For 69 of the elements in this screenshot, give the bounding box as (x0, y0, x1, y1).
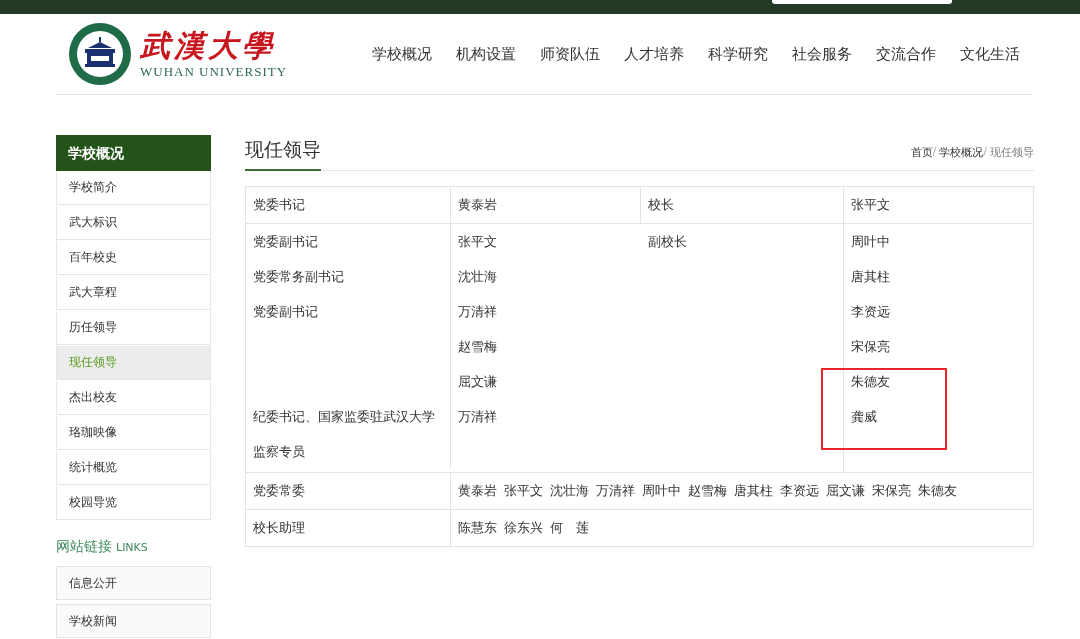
breadcrumb-link[interactable]: 首页 (910, 145, 933, 160)
nav-link[interactable]: 师资队伍 (528, 44, 612, 64)
sidebar-item[interactable]: 杰出校友 (56, 381, 211, 415)
table-cell: 党委常委 (246, 473, 451, 510)
sidebar-item[interactable]: 学校简介 (56, 171, 211, 205)
table-cell: 副校长 (648, 234, 687, 249)
table-cell-text: 赵雪梅 (688, 482, 727, 500)
table-cell-text: 周叶中 (642, 482, 681, 500)
table-cell-text: 李资远 (780, 482, 819, 500)
nav-link[interactable]: 学校概况 (360, 44, 444, 64)
sidebar-title: 学校概况 (56, 135, 211, 171)
table-cell: 朱德友 (851, 374, 890, 389)
sidebar-item[interactable]: 统计概览 (56, 451, 211, 485)
sidebar-item[interactable]: 历任领导 (56, 311, 211, 345)
table-cell: 纪委书记、国家监委驻武汉大学监察专员 (253, 409, 435, 459)
table-cell: 党委副书记 (253, 304, 318, 319)
breadcrumb-link[interactable]: 学校概况 (939, 145, 984, 160)
breadcrumb-link[interactable]: 现任领导 (990, 145, 1034, 160)
link-item[interactable]: 信息公开 (56, 566, 211, 600)
page-title: 现任领导 (245, 135, 321, 171)
sidebar-item[interactable]: 珞珈映像 (56, 416, 211, 450)
links-subheading: LINKS (116, 541, 148, 554)
search-field[interactable] (772, 0, 952, 4)
link-item[interactable]: 学校新闻 (56, 604, 211, 638)
nav-link[interactable]: 科学研究 (696, 44, 780, 64)
table-cell-text: 黄泰岩 (458, 482, 497, 500)
table-cell: 黄泰岩 (451, 187, 641, 224)
table-cell-text: 宋保亮 (872, 482, 911, 500)
nav-link[interactable]: 人才培养 (612, 44, 696, 64)
table-cell: 宋保亮 (851, 339, 890, 354)
table-cell: 校长 (641, 187, 844, 224)
table-cell-text: 万清祥 (596, 482, 635, 500)
table-cell: 张平文 (844, 187, 1033, 224)
links-heading: 网站链接 (56, 538, 112, 556)
table-cell: 张平文 (458, 234, 497, 249)
breadcrumb-separator: / (932, 145, 937, 160)
table-cell: 唐其柱 (851, 269, 890, 284)
table-cell: 龚威 (851, 409, 877, 424)
breadcrumb-separator: / (983, 145, 987, 160)
table-cell-text: 屈文谦 (826, 482, 865, 500)
sidebar-item[interactable]: 百年校史 (56, 241, 211, 275)
nav-link[interactable]: 社会服务 (780, 44, 864, 64)
table-cell: 万清祥 (458, 409, 497, 424)
logo-subtitle: WUHAN UNIVERSITY (140, 64, 288, 80)
logo-wordmark: 武漢大學 (140, 28, 277, 64)
table-cell-text: 陈慧东 (458, 519, 497, 537)
nav-link[interactable]: 机构设置 (444, 44, 528, 64)
table-cell-text: 徐东兴 (504, 519, 543, 537)
sidebar-item[interactable]: 武大章程 (56, 276, 211, 310)
sidebar-item[interactable]: 校园导览 (56, 486, 211, 520)
table-cell: 党委书记 (246, 187, 451, 224)
table-cell: 万清祥 (458, 304, 497, 319)
table-cell-text: 何 莲 (550, 519, 589, 537)
table-cell: 沈壮海 (458, 269, 497, 284)
nav-link[interactable]: 文化生活 (948, 44, 1032, 64)
table-cell-text: 朱德友 (918, 482, 957, 500)
table-cell: 党委常务副书记 (253, 269, 344, 284)
table-cell: 周叶中 (851, 234, 890, 249)
table-cell-text: 张平文 (504, 482, 543, 500)
sidebar-item[interactable]: 武大标识 (56, 206, 211, 240)
table-cell-text: 沈壮海 (550, 482, 589, 500)
table-cell: 党委副书记 (253, 234, 318, 249)
table-cell: 校长助理 (246, 510, 451, 546)
nav-link[interactable]: 交流合作 (864, 44, 948, 64)
table-cell: 赵雪梅 (458, 339, 497, 354)
university-seal-logo (68, 22, 132, 86)
table-cell: 李资远 (851, 304, 890, 319)
table-cell: 屈文谦 (458, 374, 497, 389)
table-cell-text: 唐其柱 (734, 482, 773, 500)
